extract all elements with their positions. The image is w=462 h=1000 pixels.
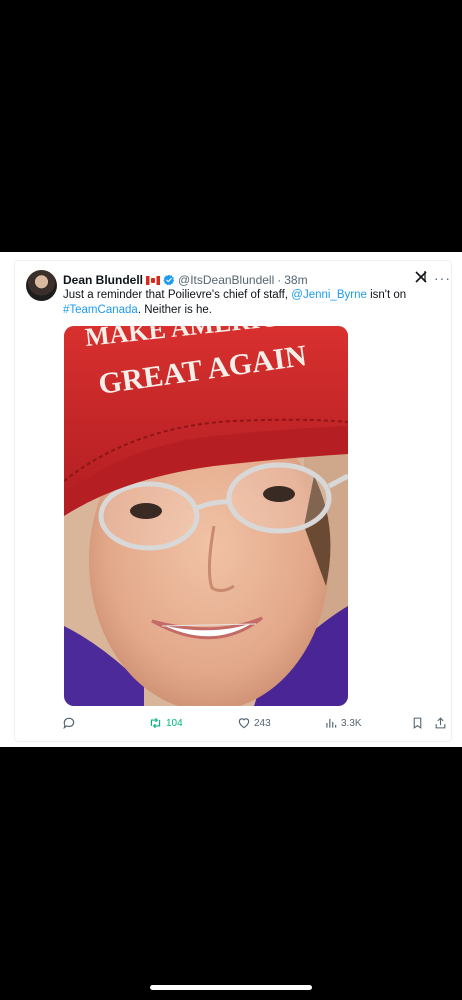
more-options-icon[interactable]: ··· <box>434 270 451 286</box>
bookmark-icon <box>413 717 422 729</box>
like-count: 243 <box>254 717 271 729</box>
hashtag-link[interactable]: #TeamCanada <box>63 304 138 316</box>
grok-icon[interactable] <box>414 270 428 287</box>
tweet-image[interactable]: MAKE AMERICA GREAT AGAIN <box>64 326 348 706</box>
bookmark-button[interactable] <box>411 712 424 734</box>
views-icon <box>326 718 337 728</box>
tweet-header: Dean Blundell @ItsDeanBlundell · 38m <box>63 272 308 288</box>
share-button[interactable] <box>434 712 447 734</box>
like-button[interactable]: 243 <box>237 712 271 734</box>
tweet-image-photo: MAKE AMERICA GREAT AGAIN <box>64 326 348 706</box>
tweet-text-part3: . Neither is he. <box>137 304 212 316</box>
canada-flag-icon <box>146 275 161 285</box>
tweet-text: Just a reminder that Poilievre's chief o… <box>63 288 413 318</box>
tweet-time[interactable]: 38m <box>284 273 307 287</box>
tweet-actions-bar: 104 243 3.3K <box>0 712 462 734</box>
views-count: 3.3K <box>341 717 362 729</box>
user-handle[interactable]: @ItsDeanBlundell <box>178 273 274 287</box>
retweet-button[interactable]: 104 <box>148 712 183 734</box>
tweet-text-part1: Just a reminder that Poilievre's chief o… <box>63 289 292 301</box>
mention-link[interactable]: @Jenni_Byrne <box>291 289 367 301</box>
display-name[interactable]: Dean Blundell <box>63 273 143 287</box>
avatar[interactable] <box>26 270 57 301</box>
reply-icon <box>63 717 75 730</box>
tweet-text-part2: isn't on <box>366 289 407 301</box>
views-button[interactable]: 3.3K <box>324 712 362 734</box>
verified-badge-icon <box>163 274 175 286</box>
retweet-count: 104 <box>166 717 183 729</box>
reply-button[interactable] <box>62 712 79 734</box>
home-indicator[interactable] <box>150 985 312 990</box>
heart-icon <box>238 718 250 729</box>
time-separator: · <box>277 273 282 287</box>
retweet-icon <box>150 717 161 729</box>
share-icon <box>435 717 446 729</box>
